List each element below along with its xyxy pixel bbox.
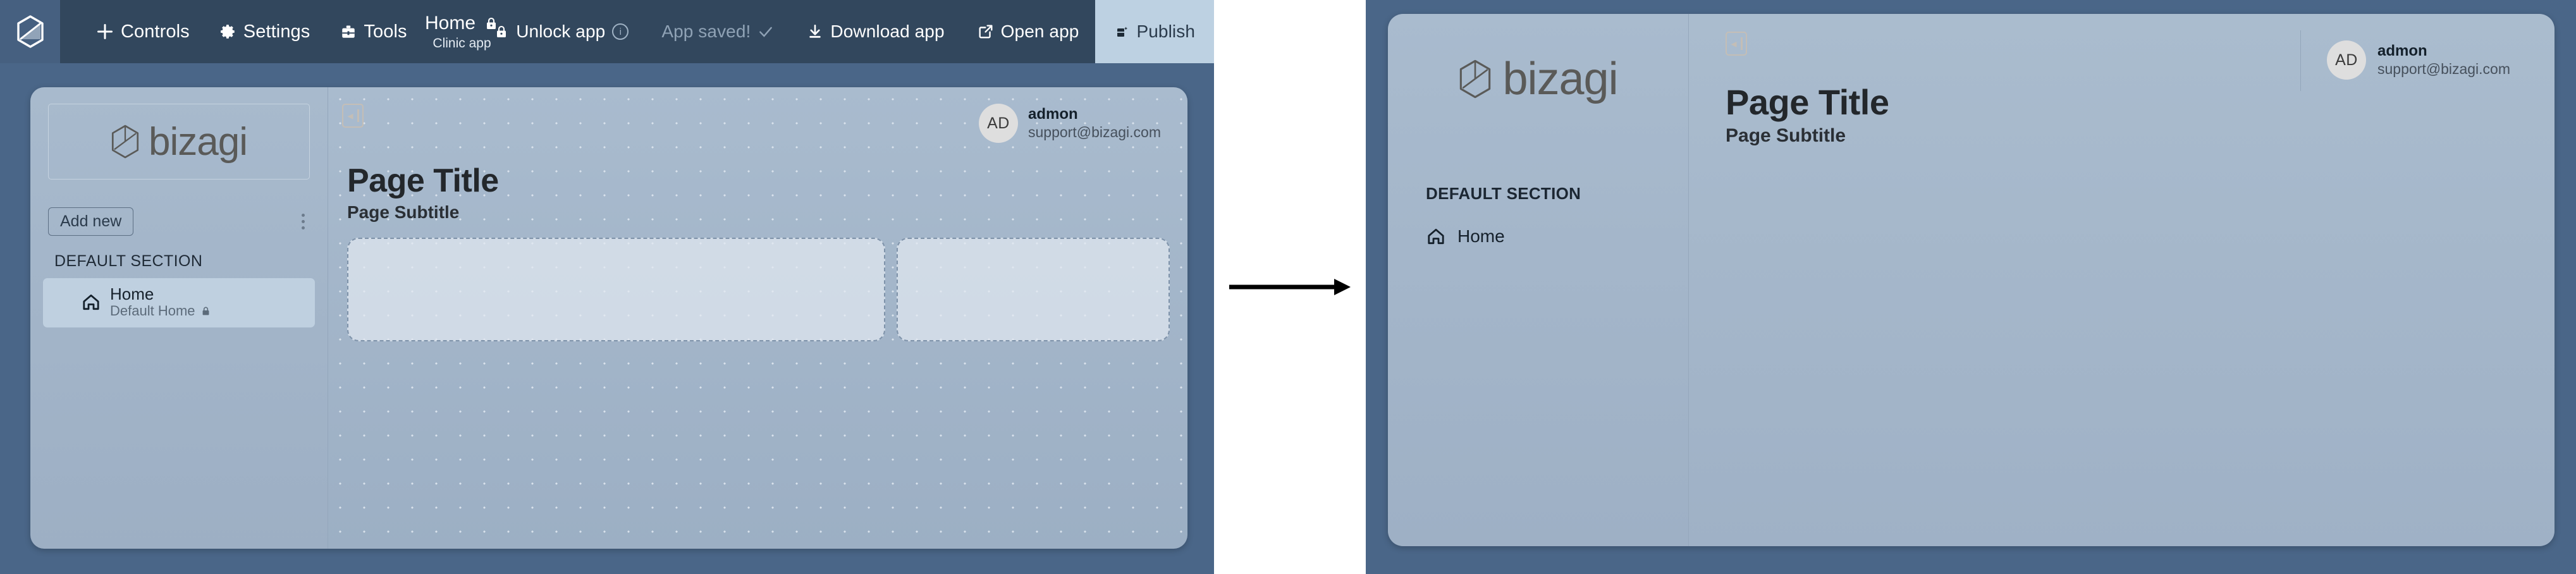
add-new-button[interactable]: Add new: [48, 207, 134, 236]
runtime-brand-logo[interactable]: bizagi: [1388, 53, 1688, 105]
runtime-app-frame: bizagi DEFAULT SECTION Home ◂ AD admon s…: [1388, 14, 2555, 546]
designer-canvas: bizagi Add new DEFAULT SECTION Home Defa…: [0, 63, 1214, 574]
collapse-panel-icon[interactable]: ◂: [1726, 32, 1747, 56]
sidebar-item-home[interactable]: Home Default Home: [43, 278, 315, 327]
lock-icon: [497, 25, 506, 37]
publish-label: Publish: [1136, 21, 1195, 41]
home-icon: [1428, 228, 1444, 245]
sidebar-item-home[interactable]: Home: [1426, 226, 1688, 247]
more-vertical-icon[interactable]: [297, 210, 310, 233]
toolbar-item-label: Tools: [364, 21, 407, 42]
toolbar-item-settings[interactable]: Settings: [205, 0, 326, 63]
avatar: AD: [2327, 40, 2366, 80]
check-icon: [759, 27, 773, 37]
user-email: support@bizagi.com: [1028, 123, 1161, 140]
toolbar-item-open-app[interactable]: Open app: [961, 0, 1096, 63]
designer-toolbar: Controls Settings Tools Home Clinic app …: [0, 0, 1214, 63]
gear-icon: [220, 25, 235, 39]
toolbar-item-label: Settings: [243, 21, 310, 42]
transition-arrow: [1214, 0, 1366, 574]
preview-user-menu[interactable]: AD admon support@bizagi.com: [979, 104, 1161, 143]
toolbar-item-tools[interactable]: Tools: [325, 0, 422, 63]
home-icon: [83, 294, 99, 310]
screenshot-root: Controls Settings Tools Home Clinic app …: [0, 0, 2576, 574]
toolbar-item-label: Download app: [830, 21, 945, 41]
toolbar-item-controls[interactable]: Controls: [81, 0, 205, 63]
section-label: DEFAULT SECTION: [54, 252, 203, 270]
external-link-icon: [979, 25, 993, 39]
sidebar-item-title: Home: [110, 284, 154, 303]
arrow-right-icon: [1229, 279, 1351, 295]
collapse-panel-icon[interactable]: ◂: [342, 104, 364, 128]
toolbar-item-unlock-app[interactable]: Unlock app i: [477, 0, 645, 63]
placeholder-card-wide[interactable]: [347, 238, 886, 341]
bizagi-hexagon-logo-icon[interactable]: [0, 0, 60, 63]
brand-wordmark: bizagi: [1502, 54, 1618, 104]
preview-content: ◂ AD admon support@bizagi.com Page Title…: [328, 87, 1187, 549]
divider: [2300, 30, 2301, 91]
user-email: support@bizagi.com: [2377, 60, 2510, 77]
lock-icon: [202, 307, 209, 315]
runtime-content: ◂ AD admon support@bizagi.com Page Title…: [1688, 14, 2555, 546]
page-subtitle: Page Subtitle: [347, 202, 460, 222]
app-preview-frame: bizagi Add new DEFAULT SECTION Home Defa…: [30, 87, 1187, 549]
placeholder-cards-row: [347, 238, 1170, 341]
toolbar-item-label: Unlock app: [516, 21, 606, 41]
placeholder-card-narrow[interactable]: [897, 238, 1170, 341]
page-heading: Page Title Page Subtitle: [347, 164, 499, 221]
toolbar-item-label: Controls: [121, 21, 190, 42]
sidebar-item-subtitle: Default Home: [110, 303, 195, 319]
page-subtitle: Page Subtitle: [1726, 125, 1846, 146]
user-name: admon: [2377, 42, 2427, 59]
toolbox-icon: [342, 25, 355, 38]
toolbar-left-group: Controls Settings Tools: [81, 0, 422, 63]
designer-screenshot: Controls Settings Tools Home Clinic app …: [0, 0, 1214, 574]
toolbar-item-label: App saved!: [661, 21, 751, 41]
toolbar-item-app-saved: App saved!: [645, 0, 790, 63]
runtime-sidebar: bizagi DEFAULT SECTION Home: [1388, 14, 1688, 546]
user-name: admon: [1028, 105, 1078, 123]
page-title: Page Title: [1726, 82, 1889, 122]
bizagi-hexagon-logo-icon: [111, 125, 139, 159]
runtime-screenshot: bizagi DEFAULT SECTION Home ◂ AD admon s…: [1366, 0, 2576, 574]
avatar: AD: [979, 104, 1018, 143]
sidebar-item-title: Home: [1457, 226, 1505, 246]
page-title: Page Title: [347, 162, 499, 199]
sidebar-item-subtitle-row: Default Home: [110, 303, 211, 319]
brand-wordmark: bizagi: [149, 119, 248, 164]
info-icon[interactable]: i: [612, 23, 629, 40]
plus-icon: [97, 23, 113, 40]
toolbar-item-download-app[interactable]: Download app: [790, 0, 960, 63]
toolbar-right-group: Unlock app i App saved! Download app Ope…: [477, 0, 1214, 63]
page-heading: Page Title Page Subtitle: [1726, 85, 1889, 145]
section-label: DEFAULT SECTION: [1426, 184, 1581, 203]
preview-brand-logo[interactable]: bizagi: [48, 104, 310, 180]
publish-icon: [1117, 27, 1128, 37]
bizagi-hexagon-logo-icon: [1460, 59, 1491, 99]
app-name-label: Home: [425, 12, 476, 34]
preview-sidebar: bizagi Add new DEFAULT SECTION Home Defa…: [30, 87, 328, 549]
runtime-user-menu[interactable]: AD admon support@bizagi.com: [2300, 30, 2510, 91]
sidebar-actions-row: Add new: [48, 207, 310, 236]
download-icon: [809, 24, 821, 38]
toolbar-item-label: Open app: [1000, 21, 1079, 41]
publish-button[interactable]: Publish: [1095, 0, 1214, 63]
